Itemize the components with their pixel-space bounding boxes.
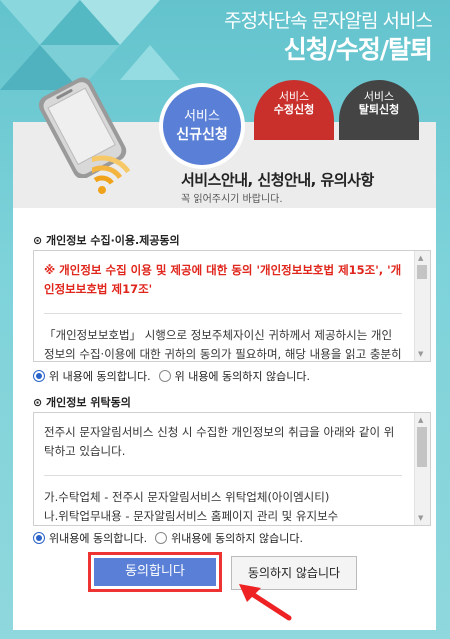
scroll-down-icon[interactable]: ▼ (418, 350, 423, 358)
agree-button[interactable]: 동의합니다 (94, 558, 216, 586)
agree-radio-2[interactable] (33, 532, 45, 544)
tab-modify-line1: 서비스 (278, 90, 310, 103)
header-subtitle: 주정차단속 문자알림 서비스 (224, 10, 433, 32)
main-panel: 서비스안내, 신청안내, 유의사항 꼭 읽어주시기 바랍니다. ⊙ 개인정보 수… (13, 122, 436, 630)
entrust-intro: 전주시 문자알림서비스 신청 시 수집한 개인정보의 취급을 아래와 같이 위탁… (44, 425, 395, 458)
scroll-down-icon[interactable]: ▼ (418, 514, 423, 522)
divider (44, 313, 402, 314)
scroll-thumb[interactable] (417, 427, 427, 467)
disagree-label-1[interactable]: 위 내용에 동의하지 않습니다. (175, 368, 310, 384)
disagree-radio-2[interactable] (155, 532, 168, 544)
tab-withdraw-line1: 서비스 (363, 90, 395, 103)
scroll-up-icon[interactable]: ▲ (418, 254, 423, 262)
consent-textbox-1[interactable]: ※ 개인정보 수집 이용 및 제공에 대한 동의 '개인정보보호법 제15조',… (33, 250, 431, 362)
consent-body: 「개인정보보호법」 시행으로 정보주체자이신 귀하께서 제공하시는 개인정보의 … (44, 328, 402, 361)
entrust-item-2: 나.위탁업무내용 - 문자알림서비스 홈페이지 관리 및 유지보수 (44, 509, 339, 523)
scrollbar[interactable]: ▲ ▼ (414, 251, 430, 361)
consent-2-options: 위내용에 동의합니다. 위내용에 동의하지 않습니다. (33, 530, 303, 546)
disagree-radio-1[interactable] (158, 370, 171, 382)
tab-withdraw-line2: 탈퇴신청 (358, 103, 400, 116)
agree-label-1[interactable]: 위 내용에 동의합니다. (49, 368, 151, 384)
tab-modify-line2: 수정신청 (273, 103, 315, 116)
disagree-label-2[interactable]: 위내용에 동의하지 않습니다. (171, 530, 303, 546)
agree-button-highlight: 동의합니다 (88, 552, 222, 592)
red-arrow-icon (239, 584, 292, 621)
consent-textbox-2[interactable]: 전주시 문자알림서비스 신청 시 수집한 개인정보의 취급을 아래와 같이 위탁… (33, 412, 431, 526)
tab-new-line1: 서비스 (184, 109, 220, 124)
agree-label-2[interactable]: 위내용에 동의합니다. (49, 530, 147, 546)
intro-note: 꼭 읽어주시기 바랍니다. (181, 194, 283, 205)
entrust-item-1: 가.수탁업체 - 전주시 문자알림서비스 위탁업체(아이엠시티) (44, 490, 330, 504)
tab-new[interactable]: 서비스 신규신청 (163, 87, 241, 165)
scrollbar[interactable]: ▲ ▼ (414, 413, 430, 525)
wifi-signal-icon (92, 155, 131, 194)
divider (44, 475, 402, 476)
consent-highlight: ※ 개인정보 수집 이용 및 제공에 대한 동의 '개인정보보호법 제15조',… (44, 263, 402, 296)
section2-title: ⊙ 개인정보 위탁동의 (33, 396, 131, 409)
scroll-up-icon[interactable]: ▲ (418, 416, 423, 424)
section1-title: ⊙ 개인정보 수집·이용.제공동의 (33, 234, 180, 247)
scroll-thumb[interactable] (417, 265, 427, 279)
consent-1-options: 위 내용에 동의합니다. 위 내용에 동의하지 않습니다. (33, 368, 310, 384)
tab-new-line2: 신규신청 (176, 127, 228, 143)
header-title: 신청/수정/탈퇴 (283, 35, 433, 64)
agree-radio-1[interactable] (33, 370, 45, 382)
intro-title: 서비스안내, 신청안내, 유의사항 (181, 171, 374, 189)
